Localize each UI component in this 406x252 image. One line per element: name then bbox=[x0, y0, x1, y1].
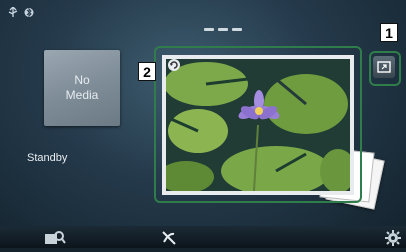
phone-muted-icon[interactable] bbox=[160, 229, 178, 252]
callout-label-1: 1 bbox=[380, 23, 398, 42]
bluetooth-icon bbox=[24, 7, 34, 18]
home-screen: No Media Standby 1 2 bbox=[0, 0, 406, 248]
source-status: Standby bbox=[27, 152, 68, 164]
source-search-icon[interactable] bbox=[44, 229, 66, 252]
usb-icon bbox=[8, 7, 18, 18]
source-tile-line2: Media bbox=[65, 88, 99, 102]
status-bar bbox=[8, 7, 34, 18]
page-dot bbox=[232, 28, 242, 31]
photo-image bbox=[166, 59, 350, 191]
display-switch-icon bbox=[377, 61, 391, 73]
display-switch-button[interactable] bbox=[373, 56, 395, 78]
source-tile[interactable]: No Media bbox=[44, 50, 120, 126]
refresh-icon[interactable] bbox=[167, 58, 181, 72]
settings-icon[interactable] bbox=[384, 229, 402, 252]
photo-frame[interactable] bbox=[162, 55, 354, 195]
source-tile-line1: No bbox=[74, 73, 90, 87]
page-dot bbox=[218, 28, 228, 31]
page-dot bbox=[204, 28, 214, 31]
callout-label-2: 2 bbox=[138, 62, 156, 81]
page-indicator bbox=[204, 28, 242, 31]
